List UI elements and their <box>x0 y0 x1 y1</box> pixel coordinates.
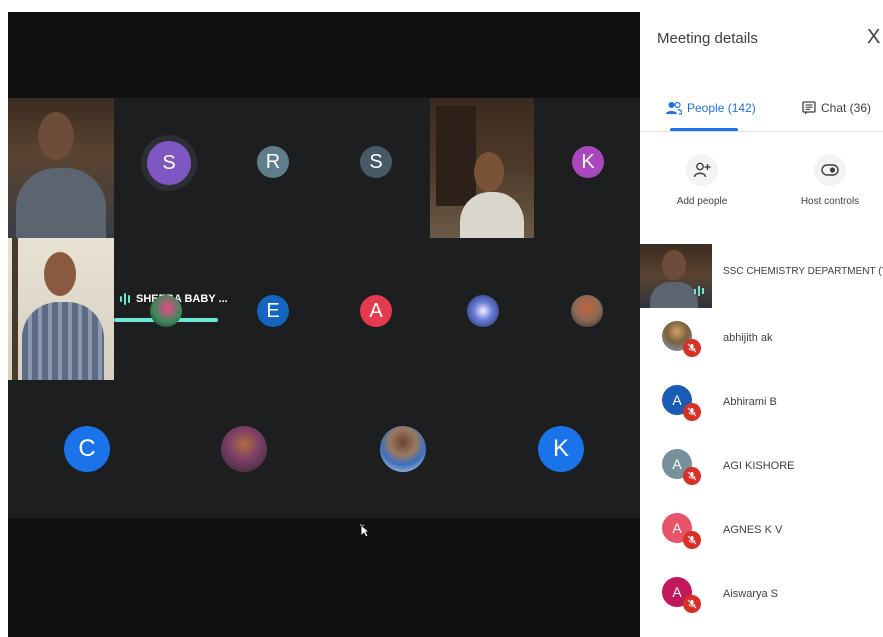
participant-avatar-c[interactable]: C <box>64 426 110 472</box>
audio-level-icon <box>694 286 704 296</box>
host-controls-label: Host controls <box>800 196 860 207</box>
participant-video-3[interactable] <box>8 238 114 380</box>
add-people-label: Add people <box>676 196 728 207</box>
participant-video-2[interactable] <box>430 98 534 238</box>
people-icon <box>666 101 682 115</box>
avatar-initial: E <box>266 299 280 322</box>
avatar-initial: S <box>147 141 191 185</box>
participant-avatar-e[interactable]: E <box>257 295 289 327</box>
participant-name: AGNES K V <box>723 524 783 536</box>
list-item[interactable]: A AGI KISHORE <box>640 436 883 500</box>
add-person-icon <box>686 154 718 186</box>
avatar-initial: R <box>265 150 281 173</box>
participant-avatar-photo-4[interactable] <box>221 426 267 472</box>
list-item[interactable]: A AGNES K V <box>640 500 883 564</box>
participant-name: Aiswarya S <box>723 588 779 600</box>
avatar-initial: A <box>672 520 682 536</box>
audio-level-icon <box>120 293 130 305</box>
video-stage: S SHEEBA BABY ... R S K E A C K <box>8 12 640 637</box>
participant-avatar-photo-3[interactable] <box>571 295 603 327</box>
participant-avatar-k[interactable]: K <box>572 146 604 178</box>
panel-tabs: People (142) Chat (36) <box>640 88 883 132</box>
panel-title: Meeting details <box>657 30 758 47</box>
host-controls-button[interactable]: Host controls <box>785 150 875 207</box>
tab-chat[interactable]: Chat (36) <box>802 88 871 128</box>
toggle-icon <box>814 154 846 186</box>
tab-people[interactable]: People (142) <box>666 88 756 128</box>
participant-avatar-r[interactable]: R <box>257 146 289 178</box>
speaking-participant-name: SHEEBA BABY ... <box>136 293 228 305</box>
participant-grid: S SHEEBA BABY ... R S K E A C K <box>8 98 640 518</box>
mic-off-icon <box>683 531 701 549</box>
divider <box>640 131 883 132</box>
avatar-initial: A <box>672 584 682 600</box>
participant-avatar-photo-2[interactable] <box>467 295 499 327</box>
list-item[interactable]: A Abhirami B <box>640 372 883 436</box>
participant-name: Abhirami B <box>723 396 777 408</box>
participant-name: SSC CHEMISTRY DEPARTMENT (You) <box>723 266 883 277</box>
add-people-button[interactable]: Add people <box>657 150 747 207</box>
avatar-initial: A <box>672 392 682 408</box>
avatar-initial: S <box>369 150 383 173</box>
tab-chat-label: Chat (36) <box>821 101 872 115</box>
mic-off-icon <box>683 467 701 485</box>
list-item[interactable]: abhijith ak <box>640 308 883 372</box>
list-item[interactable]: SSC CHEMISTRY DEPARTMENT (You) <box>640 244 883 308</box>
avatar-initial: K <box>552 435 569 462</box>
avatar-initial: A <box>672 456 682 472</box>
chat-icon <box>802 101 816 115</box>
participant-avatar-a[interactable]: A <box>360 295 392 327</box>
avatar-initial: A <box>369 299 383 322</box>
mouse-cursor-icon <box>360 524 370 538</box>
participant-video-1[interactable] <box>8 98 114 238</box>
tab-people-label: People (142) <box>687 101 756 115</box>
list-item[interactable]: A Aiswarya S <box>640 564 883 628</box>
avatar <box>640 244 712 308</box>
participant-name: abhijith ak <box>723 332 773 344</box>
avatar-initial: C <box>78 435 96 462</box>
meeting-details-panel: Meeting details X People (142) Chat (36)… <box>640 0 883 637</box>
mic-off-icon <box>683 339 701 357</box>
participant-avatar-s2[interactable]: S <box>360 146 392 178</box>
participant-avatar-s[interactable]: S <box>147 141 191 185</box>
close-icon[interactable]: X <box>867 26 883 49</box>
participant-avatar-photo-1[interactable] <box>150 295 182 327</box>
mic-off-icon <box>683 595 701 613</box>
mic-off-icon <box>683 403 701 421</box>
participant-avatar-k2[interactable]: K <box>538 426 584 472</box>
participant-avatar-photo-5[interactable] <box>380 426 426 472</box>
participant-name: AGI KISHORE <box>723 460 795 472</box>
avatar-initial: K <box>581 150 595 173</box>
